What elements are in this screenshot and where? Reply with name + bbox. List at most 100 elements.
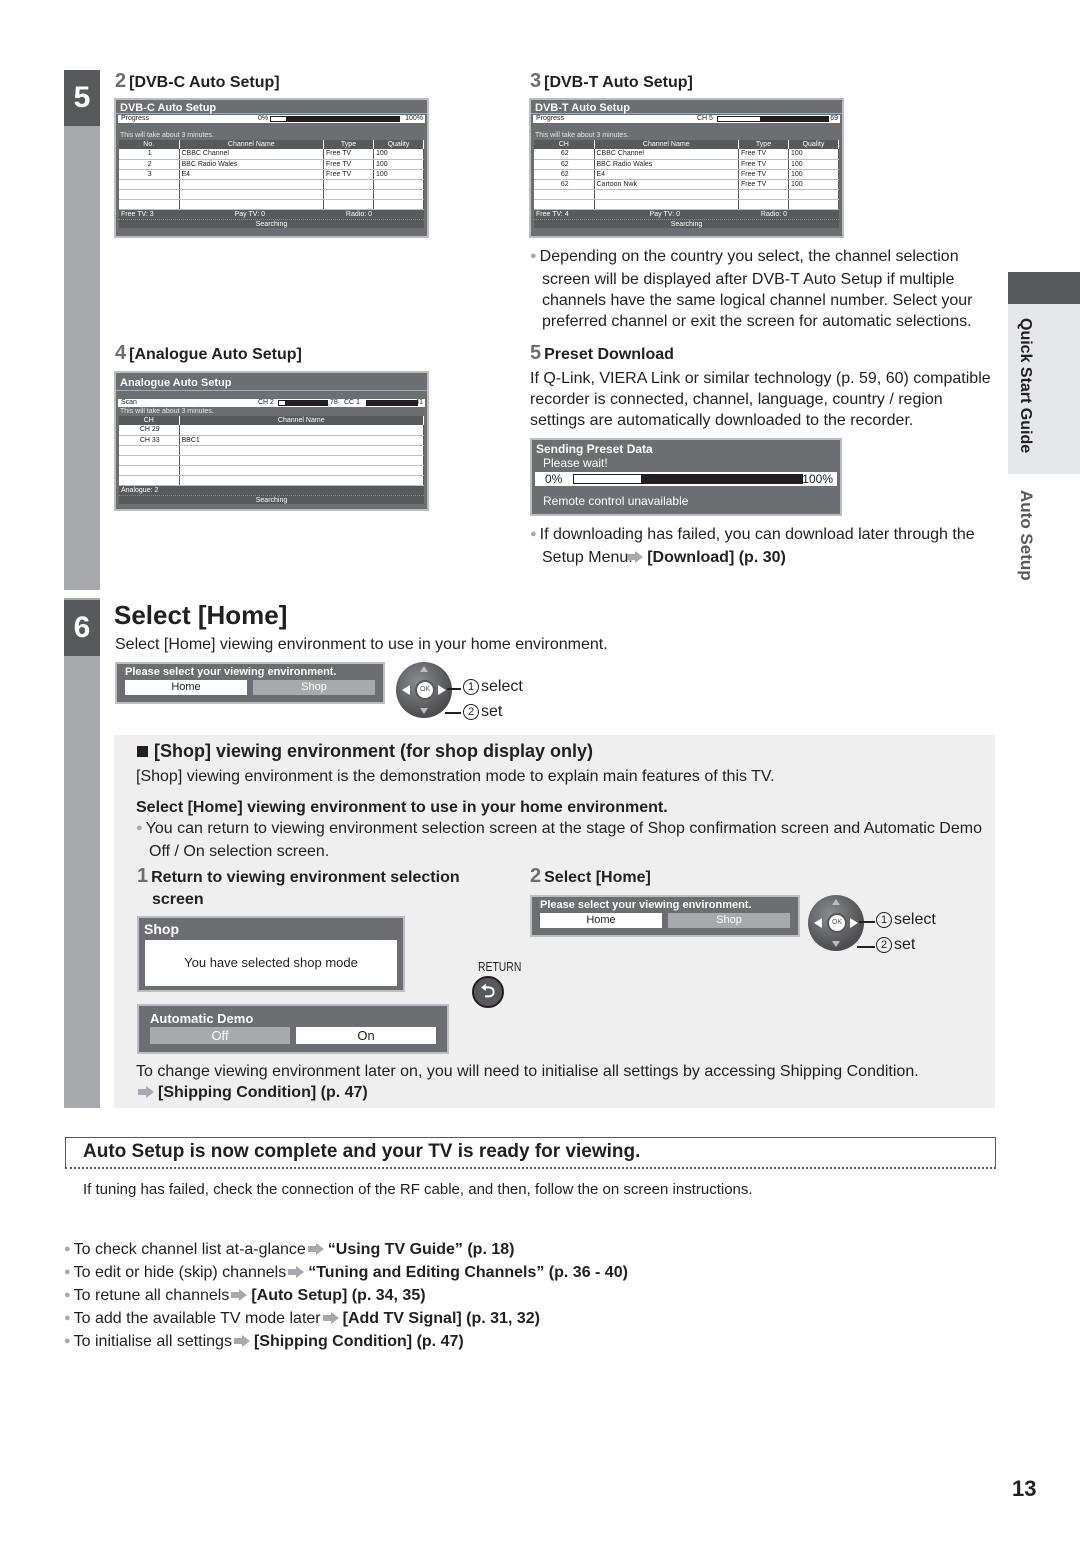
shop-heading: [Shop] viewing environment (for shop dis… [137, 741, 593, 762]
set-label: 2 set [463, 703, 502, 721]
dvbt-summary: Free TV: 4 Pay TV: 0 Radio: 0 [534, 209, 839, 219]
arrow-right-icon [138, 1086, 154, 1098]
shop-option[interactable]: Shop [253, 680, 375, 695]
table-cell [179, 465, 424, 476]
bullet-icon: ● [64, 1289, 71, 1301]
table-cell [179, 179, 324, 190]
table-cell [373, 179, 424, 190]
table-cell [323, 199, 374, 210]
table-cell [179, 475, 424, 486]
table-cell: Cartoon Nwk [594, 179, 739, 190]
arrow-right-icon [288, 1266, 305, 1278]
home-option[interactable]: Home [540, 913, 662, 928]
remote-dpad-icon: OK [808, 895, 864, 951]
analogue-screen-title: Analogue Auto Setup [116, 373, 427, 391]
preset-footer: Remote control unavailable [543, 494, 689, 508]
table-cell: E4 [594, 169, 739, 180]
dvbc-screen: DVB-C Auto Setup Progress 0% 100% This w… [114, 98, 429, 238]
dvbt-heading: 3 [DVB-T Auto Setup] [530, 70, 693, 92]
analogue-summary: Analogue: 2 [119, 485, 424, 495]
analogue-note: This will take about 3 minutes. [120, 408, 214, 415]
tip-item: ● To initialise all settings [Shipping Con… [64, 1333, 464, 1350]
table-row [119, 465, 424, 476]
env-select-screen: Please select your viewing environment. … [115, 662, 385, 704]
arrow-right-icon [307, 1243, 324, 1255]
arrow-right-icon [233, 1335, 250, 1347]
arrow-right-icon [231, 1289, 248, 1301]
bullet-icon: ● [530, 528, 537, 540]
preset-progress: 0% 100% [535, 472, 837, 486]
table-row: 1 CBBC Channel Free TV 100 [119, 149, 424, 160]
step6-title: Select [Home] [114, 600, 288, 630]
download-link[interactable]: [Download] (p. 30) [647, 549, 786, 566]
sub2-heading: 2 Select [Home] [530, 865, 651, 887]
table-cell [594, 189, 739, 200]
select-label: 1 select [463, 678, 523, 696]
bullet-icon: ● [64, 1335, 71, 1347]
tip-link[interactable]: [Add TV Signal] (p. 31, 32) [343, 1310, 540, 1327]
table-cell: CBBC Channel [179, 149, 324, 160]
shop-option[interactable]: Shop [668, 913, 790, 928]
table-cell: 62 [534, 179, 595, 190]
tip-item: ● To add the available TV mode later [Add … [64, 1310, 540, 1327]
complete-banner: Auto Setup is now complete and your TV i… [65, 1137, 996, 1169]
table-cell: 100 [373, 149, 424, 160]
step6-number: 6 [64, 600, 100, 656]
table-cell: Free TV [323, 149, 374, 160]
analogue-scan: Scan CH 2 78 CC 1 41 [118, 399, 425, 407]
analogue-status: Searching [119, 494, 424, 504]
table-cell: BBC Radio Wales [594, 159, 739, 170]
table-cell: 1 [119, 149, 180, 160]
bullet-icon: ● [530, 250, 537, 262]
table-cell: CH 33 [119, 435, 180, 446]
tip-link[interactable]: [Shipping Condition] (p. 47) [254, 1333, 464, 1350]
return-label: RETURN [478, 959, 522, 974]
analogue-heading: 4 [Analogue Auto Setup] [115, 342, 302, 364]
dvbt-screen: DVB-T Auto Setup Progress CH 5 69 This w… [529, 98, 844, 238]
tip-link[interactable]: “Using TV Guide” (p. 18) [328, 1241, 515, 1258]
tip-link[interactable]: [Auto Setup] (p. 34, 35) [251, 1287, 425, 1304]
table-cell [788, 199, 839, 210]
dvbt-screen-title: DVB-T Auto Setup [531, 100, 842, 114]
step6-subtitle: Select [Home] viewing environment to use… [115, 636, 608, 653]
analogue-table: CH Channel Name CH 29 CH 33 BBC1 [119, 416, 424, 486]
table-cell [179, 189, 324, 200]
dvbt-progress-bar [717, 116, 829, 122]
table-cell [534, 199, 595, 210]
demo-off-option[interactable]: Off [150, 1027, 290, 1044]
tip-item: ● To edit or hide (skip) channels “Tuning … [64, 1264, 628, 1281]
shipping-condition-link[interactable]: [Shipping Condition] (p. 47) [158, 1084, 368, 1101]
demo-screen-title: Automatic Demo [150, 1011, 254, 1026]
demo-on-option[interactable]: On [296, 1027, 436, 1044]
home-option[interactable]: Home [125, 680, 247, 695]
analogue-screen: Analogue Auto Setup Scan CH 2 78 CC 1 41… [114, 371, 429, 511]
shop-screen: Shop You have selected shop mode [137, 916, 405, 992]
table-cell: E4 [179, 169, 324, 180]
table-cell [738, 189, 789, 200]
dvbt-status: Searching [534, 218, 839, 228]
side-tab-section: Quick Start Guide [1008, 304, 1080, 474]
table-cell [323, 179, 374, 190]
table-cell [119, 475, 180, 486]
table-cell: Free TV [738, 169, 789, 180]
table-cell [119, 179, 180, 190]
demo-screen: Automatic Demo Off On [137, 1004, 449, 1054]
bullet-icon: ● [64, 1312, 71, 1324]
env-select-screen-2: Please select your viewing environment. … [530, 895, 800, 937]
table-cell: Free TV [323, 159, 374, 170]
table-cell: 100 [788, 159, 839, 170]
table-cell [119, 189, 180, 200]
table-cell: 100 [373, 169, 424, 180]
table-cell [119, 199, 180, 210]
tip-link[interactable]: “Tuning and Editing Channels” (p. 36 - 4… [308, 1264, 628, 1281]
table-cell: 100 [373, 159, 424, 170]
table-cell [323, 189, 374, 200]
side-tab-section-label: Quick Start Guide [1017, 318, 1034, 454]
dvbt-table: CH Channel Name Type Quality 62 CBBC Chan… [534, 140, 839, 210]
dvbc-heading: 2 [DVB-C Auto Setup] [115, 70, 280, 92]
shop-desc: [Shop] viewing environment is the demons… [136, 768, 775, 785]
table-cell [594, 199, 739, 210]
table-row [534, 189, 839, 200]
table-cell: Free TV [738, 149, 789, 160]
table-cell [179, 445, 424, 456]
